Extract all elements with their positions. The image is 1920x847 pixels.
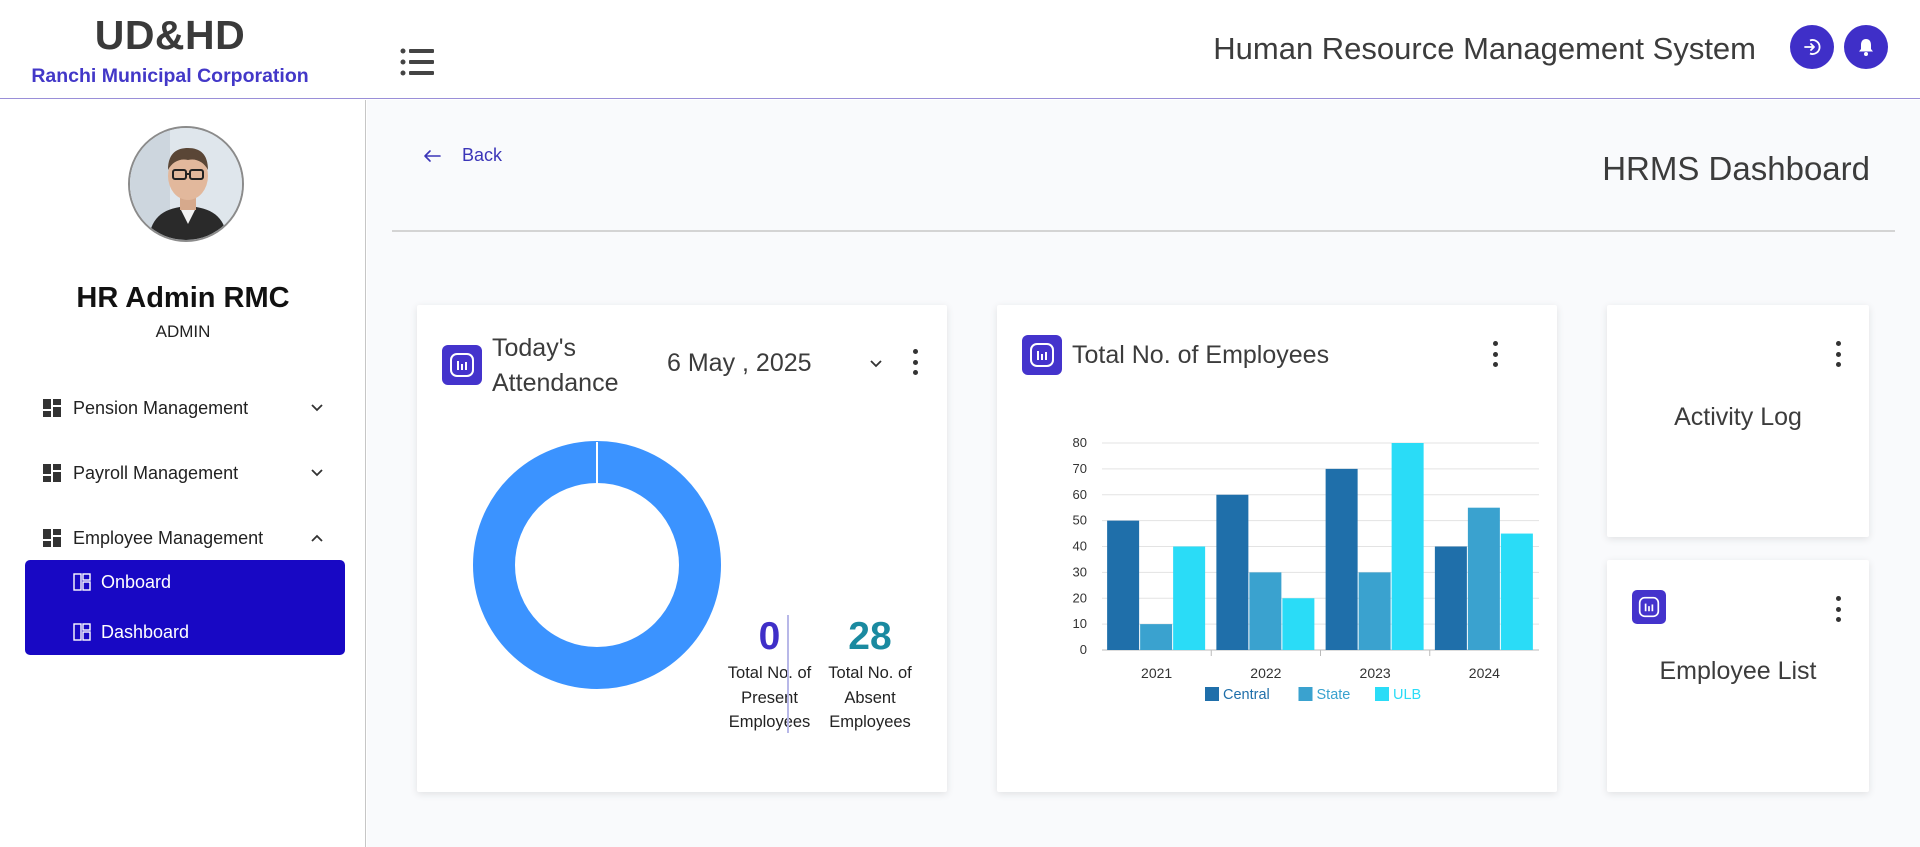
- activity-log-card[interactable]: Activity Log: [1607, 305, 1869, 537]
- bar-ulb-2023: [1391, 443, 1424, 650]
- bar-state-2022: [1249, 572, 1282, 650]
- brand: UD&HD Ranchi Municipal Corporation: [0, 0, 340, 88]
- layout-icon: [73, 573, 91, 591]
- dashboard-icon: [43, 464, 61, 482]
- employees-bar-chart: 0 10 20 30 40 50 60 70 80 2021 2022 2023 2024 Central…: [1073, 435, 1539, 703]
- employees-chart-card: Total No. of Employees 0 10 20 30 40 50 60 70 80…: [997, 305, 1557, 792]
- bar-ulb-2024: [1500, 533, 1533, 650]
- sidebar-item-pension-management[interactable]: Pension Management: [43, 392, 328, 424]
- sidebar-item-label: Employee Management: [73, 527, 264, 548]
- absent-count: 28: [848, 615, 892, 658]
- bar-central-2024: [1434, 546, 1467, 650]
- more-options-icon[interactable]: [1828, 594, 1848, 624]
- sidebar-item-label: Payroll Management: [73, 462, 239, 483]
- employee-management-submenu: Onboard Dashboard: [25, 560, 345, 655]
- main-content: Back HRMS Dashboard Today's Attendance 6…: [367, 100, 1920, 847]
- chart-icon: [1632, 590, 1666, 624]
- bar-state-2023: [1358, 572, 1391, 650]
- more-options-icon[interactable]: [1828, 339, 1848, 369]
- bar-central-2023: [1325, 468, 1358, 650]
- bar-state-2024: [1467, 507, 1500, 650]
- notification-button[interactable]: [1844, 25, 1888, 69]
- avatar: [128, 126, 244, 242]
- y-tick-label: 50: [1073, 513, 1087, 528]
- legend-swatch: [1298, 687, 1313, 701]
- legend-label: Central: [1223, 687, 1270, 703]
- x-tick-label: 2023: [1360, 665, 1391, 681]
- sidebar-item-payroll-management[interactable]: Payroll Management: [43, 457, 328, 489]
- bar-central-2021: [1107, 520, 1140, 650]
- chart-icon: [442, 345, 482, 385]
- y-tick-label: 20: [1073, 590, 1087, 605]
- absent-stat: 28 Total No. of Absent Employees: [805, 615, 935, 735]
- more-options-icon[interactable]: [905, 347, 925, 377]
- x-tick-label: 2021: [1141, 665, 1172, 681]
- sidebar-subitem-label: Onboard: [101, 571, 172, 592]
- bar-central-2022: [1216, 494, 1249, 650]
- absent-label: Total No. of Absent Employees: [828, 664, 912, 731]
- legend-label: State: [1317, 687, 1351, 703]
- bar-ulb-2021: [1173, 546, 1206, 650]
- brand-title: UD&HD: [94, 12, 246, 58]
- bar-ulb-2022: [1282, 598, 1315, 650]
- legend-swatch: [1205, 687, 1219, 701]
- chevron-down-icon: [311, 404, 323, 412]
- sidebar-item-employee-management[interactable]: Employee Management: [43, 522, 328, 554]
- y-tick-label: 30: [1073, 564, 1087, 579]
- y-tick-label: 70: [1073, 461, 1087, 476]
- page-title: HRMS Dashboard: [1602, 150, 1870, 187]
- menu-list-icon[interactable]: [400, 47, 436, 77]
- attendance-title: Today's Attendance: [492, 334, 619, 397]
- sidebar: HR Admin RMC ADMIN Pension Management Pa…: [0, 100, 366, 847]
- dashboard-icon: [43, 529, 61, 547]
- y-tick-label: 0: [1080, 642, 1087, 657]
- activity-log-title: Activity Log: [1674, 403, 1802, 431]
- stat-separator: [787, 615, 789, 733]
- sidebar-subitem-dashboard[interactable]: Dashboard: [73, 618, 189, 646]
- bell-icon: [1859, 39, 1873, 56]
- sidebar-subitem-label: Dashboard: [101, 621, 190, 642]
- back-label: Back: [462, 145, 503, 165]
- user-name: HR Admin RMC: [76, 282, 290, 314]
- logout-icon: [1804, 39, 1821, 55]
- employee-list-card[interactable]: Employee List: [1607, 560, 1869, 792]
- x-tick-label: 2022: [1250, 665, 1281, 681]
- chevron-down-icon[interactable]: [867, 355, 885, 373]
- y-tick-label: 40: [1073, 539, 1087, 554]
- brand-subtitle: Ranchi Municipal Corporation: [31, 65, 309, 87]
- attendance-card: Today's Attendance 6 May , 2025 0 Total …: [417, 305, 947, 792]
- y-tick-label: 80: [1073, 435, 1087, 450]
- arrow-left-icon: [424, 149, 441, 162]
- chevron-down-icon: [311, 469, 323, 477]
- legend-label: ULB: [1393, 687, 1421, 703]
- divider: [392, 230, 1895, 232]
- dashboard-icon: [43, 399, 61, 417]
- layout-icon: [73, 623, 91, 641]
- donut-ring: [473, 441, 721, 689]
- chevron-up-icon: [311, 534, 323, 542]
- sidebar-item-label: Pension Management: [73, 397, 249, 418]
- employee-list-title: Employee List: [1659, 657, 1817, 685]
- bar-state-2021: [1140, 624, 1173, 650]
- legend-swatch: [1375, 687, 1389, 701]
- sidebar-subitem-onboard[interactable]: Onboard: [73, 568, 171, 596]
- logout-button[interactable]: [1790, 25, 1834, 69]
- x-tick-label: 2024: [1469, 665, 1500, 681]
- attendance-date: 6 May , 2025: [667, 349, 812, 377]
- back-link[interactable]: Back: [422, 145, 502, 166]
- user-role: ADMIN: [155, 322, 211, 341]
- y-tick-label: 10: [1073, 616, 1087, 631]
- top-header: UD&HD Ranchi Municipal Corporation Human…: [0, 0, 1920, 99]
- y-tick-label: 60: [1073, 487, 1087, 502]
- app-title: Human Resource Management System: [1213, 31, 1756, 66]
